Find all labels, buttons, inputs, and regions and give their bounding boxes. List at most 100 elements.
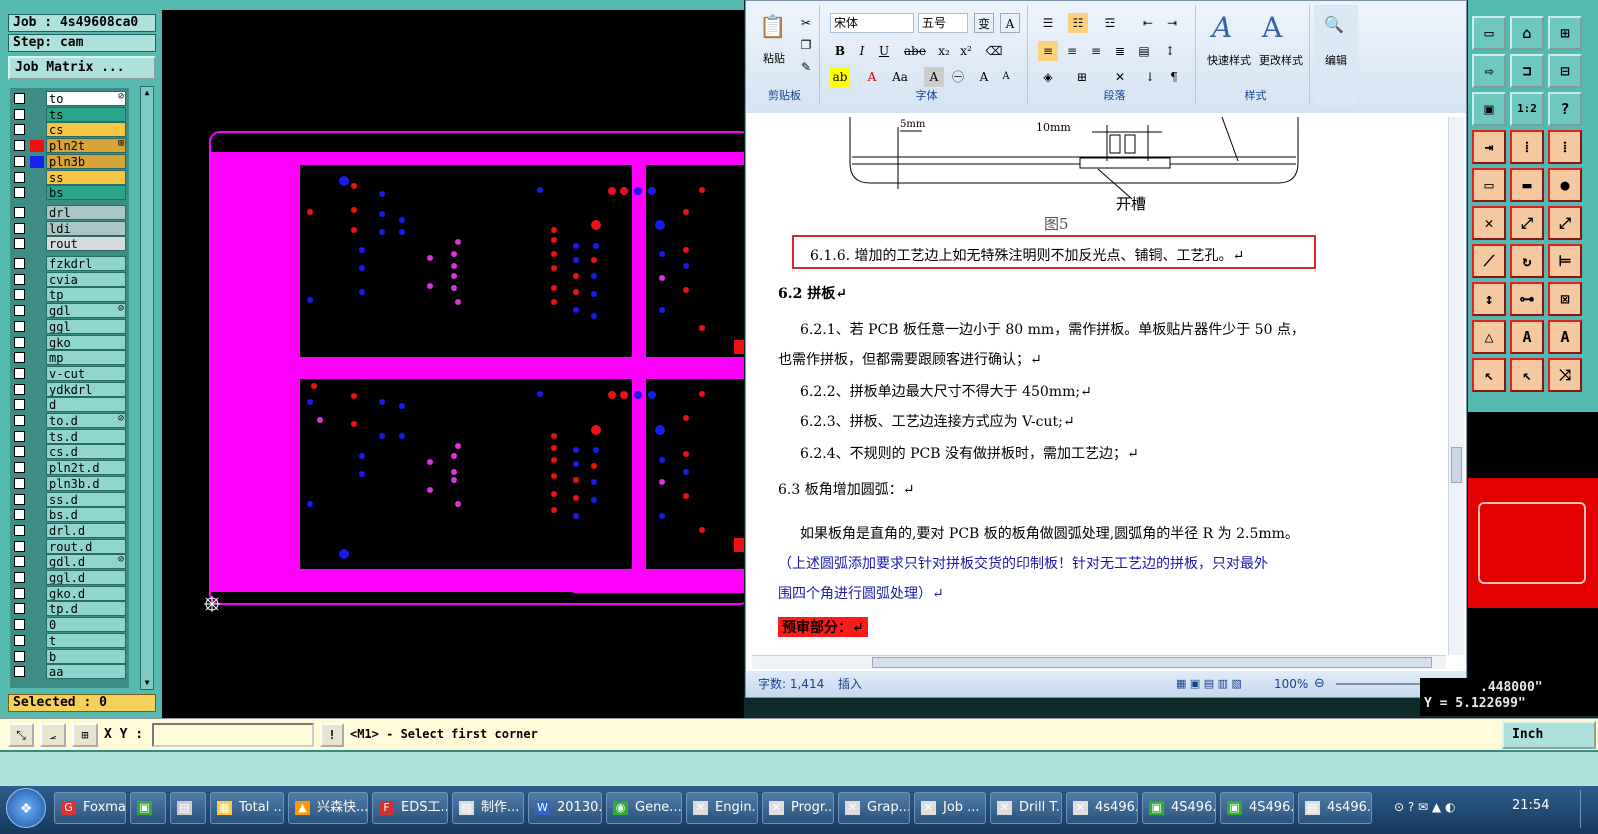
layer-name[interactable]: tp [46, 287, 126, 303]
measure-icon[interactable]: ⦟ [40, 723, 66, 747]
layer-name[interactable]: ts [46, 106, 126, 122]
taskbar-item[interactable]: ▤ [170, 792, 206, 824]
layer-row[interactable]: tp.d [10, 601, 129, 617]
layer-checkbox[interactable] [14, 352, 25, 364]
font-color-icon[interactable]: A [862, 67, 882, 87]
layer-row[interactable]: drl.d [10, 522, 129, 538]
change-case-icon[interactable]: Aa [890, 67, 910, 87]
layer-name[interactable]: pln2t.d [46, 460, 126, 476]
layer-row[interactable]: cs [10, 122, 129, 138]
change-style-button[interactable]: 更改样式 [1254, 51, 1308, 71]
decrease-indent-icon[interactable]: ⇤ [1138, 13, 1158, 33]
layer-checkbox[interactable] [14, 238, 25, 250]
align-center-icon[interactable]: ≡ [1062, 41, 1082, 61]
layer-name[interactable]: aa [46, 664, 126, 680]
layer-name[interactable]: rout.d [46, 538, 126, 554]
layer-name[interactable]: tp.d [46, 601, 126, 617]
layer-checkbox[interactable] [14, 93, 25, 104]
layer-checkbox[interactable] [14, 603, 25, 615]
graphics-canvas[interactable] [162, 10, 751, 718]
tool-pads2-icon[interactable]: ⁞ [1548, 130, 1582, 164]
char-border-icon[interactable]: A [1000, 13, 1020, 33]
taskbar-item[interactable]: F EDS工... [372, 792, 448, 824]
strikethrough-icon[interactable]: abe [904, 41, 926, 61]
layer-name[interactable]: v-cut [46, 365, 126, 381]
tool-triangle-icon[interactable]: △ [1472, 320, 1506, 354]
tool-ruler-icon[interactable]: ▬ [1510, 168, 1544, 202]
layer-name[interactable]: ydkdrl [46, 381, 126, 397]
job-matrix-button[interactable]: Job Matrix ... [8, 56, 156, 80]
char-shading-icon[interactable]: A [924, 67, 944, 87]
layer-checkbox[interactable] [14, 258, 25, 269]
layer-name[interactable]: bs [46, 185, 126, 201]
layer-checkbox[interactable] [14, 171, 25, 183]
find-icon[interactable]: 🔍 [1324, 15, 1344, 35]
bullets-icon[interactable]: ☰ [1038, 13, 1058, 33]
tool-route-icon[interactable]: ⤨ [1548, 358, 1582, 392]
zoom-slider[interactable] [1336, 683, 1432, 685]
tool-frame-icon[interactable]: ⊐ [1510, 54, 1544, 88]
taskbar-item[interactable]: ✕ 4s496... [1066, 792, 1138, 824]
document-hscroll-thumb[interactable] [872, 657, 1432, 668]
tool-text2-icon[interactable]: A [1548, 320, 1582, 354]
tool-shape-icon[interactable]: ▭ [1472, 168, 1506, 202]
shading-icon[interactable]: ◈ [1038, 67, 1058, 87]
layer-checkbox[interactable] [14, 540, 25, 552]
layer-name[interactable]: d [46, 397, 126, 413]
increase-indent-icon[interactable]: ⇥ [1162, 13, 1182, 33]
layer-name[interactable]: pln2t [46, 138, 126, 154]
layer-row[interactable]: ggl.d [10, 570, 129, 585]
taskbar-item[interactable]: ◉ Gene... [606, 792, 682, 824]
tool-pads-icon[interactable]: ⁞ [1510, 130, 1544, 164]
layer-row[interactable]: gko [10, 334, 129, 350]
chinese-layout-icon[interactable]: ✕ [1110, 67, 1130, 87]
layer-checkbox[interactable] [14, 222, 25, 234]
multilevel-list-icon[interactable]: ☲ [1100, 13, 1120, 33]
taskbar-item[interactable]: ▣ 4S496... [1142, 792, 1216, 824]
zoom-out-icon[interactable]: ⊖ [1314, 671, 1325, 697]
insert-mode[interactable]: 插入 [838, 671, 862, 697]
layer-row[interactable]: ggl [10, 318, 129, 334]
tool-group-icon[interactable]: ⊠ [1548, 282, 1582, 316]
tool-cross-icon[interactable]: ✕ [1472, 206, 1506, 240]
tray-icons[interactable]: ⊙ ? ✉ ▲ ◐ [1394, 800, 1455, 814]
taskbar-item[interactable]: ▤ 制作... [452, 792, 524, 824]
layer-name[interactable]: drl [46, 204, 126, 220]
layer-row[interactable]: ss.d [10, 491, 129, 507]
layer-checkbox[interactable] [14, 634, 25, 646]
layer-checkbox[interactable] [14, 108, 25, 120]
layer-checkbox[interactable] [14, 140, 25, 152]
layer-checkbox[interactable] [14, 619, 25, 631]
layer-checkbox[interactable] [14, 273, 25, 285]
layer-checkbox[interactable] [14, 572, 25, 583]
layer-row[interactable]: fzkdrl [10, 256, 129, 271]
layer-name[interactable]: drl.d [46, 522, 126, 538]
phonetic-guide-icon[interactable]: 变 [974, 13, 994, 33]
word-count[interactable]: 字数: 1,414 [758, 671, 824, 697]
enclose-char-icon[interactable]: ㊀ [948, 67, 968, 87]
edit-button[interactable]: 编辑 [1318, 51, 1354, 71]
tool-line2-icon[interactable]: ⤢ [1548, 206, 1582, 240]
layer-checkbox[interactable] [14, 666, 25, 678]
document-scroll-thumb[interactable] [1451, 447, 1462, 483]
superscript-icon[interactable]: x² [956, 41, 976, 61]
layer-name[interactable]: b [46, 648, 126, 664]
layer-row[interactable]: rout [10, 236, 129, 252]
layer-row[interactable]: v-cut [10, 365, 129, 381]
layer-name[interactable]: ggl.d [46, 570, 126, 585]
layer-name[interactable]: gko [46, 334, 126, 350]
tool-arrow-icon[interactable]: ⇨ [1472, 54, 1506, 88]
subscript-icon[interactable]: x₂ [934, 41, 954, 61]
show-marks-icon[interactable]: ¶ [1164, 67, 1184, 87]
line-spacing-icon[interactable]: ↕ [1160, 41, 1180, 61]
change-style-icon[interactable]: A [1262, 11, 1282, 45]
paste-icon[interactable]: 📋 [758, 11, 788, 45]
layer-name[interactable]: pln3b [46, 153, 126, 169]
tool-line-icon[interactable]: ⤢ [1510, 206, 1544, 240]
tool-hatch-icon[interactable]: ⊨ [1548, 244, 1582, 278]
layer-name[interactable]: cs.d [46, 444, 126, 460]
layer-checkbox[interactable] [14, 493, 25, 505]
layer-checkbox[interactable] [14, 367, 25, 379]
shrink-font-icon[interactable]: A [996, 67, 1016, 87]
layer-name[interactable]: ts.d [46, 428, 126, 444]
